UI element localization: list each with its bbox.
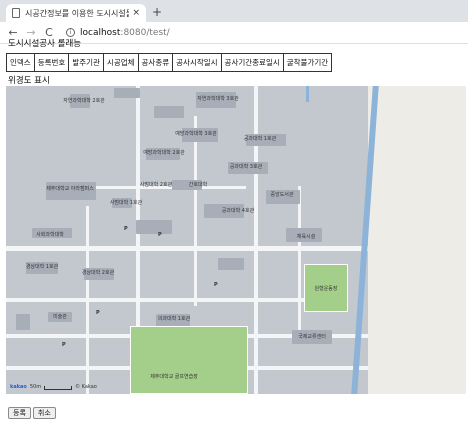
building-label: 체육시설 bbox=[296, 234, 316, 240]
cancel-button[interactable]: 취소 bbox=[32, 407, 56, 419]
building-label: 자연과학대학 3호관 bbox=[197, 96, 239, 102]
road bbox=[194, 116, 197, 306]
road bbox=[6, 246, 368, 251]
road bbox=[298, 186, 301, 336]
col-contractor: 시공업체 bbox=[102, 53, 139, 72]
building bbox=[218, 258, 244, 270]
register-button[interactable]: 등록 bbox=[8, 407, 31, 419]
parking-icon: P bbox=[158, 232, 162, 238]
construction-table: 인덱스 등록번호 발주기관 시공업체 공사종류 공사시작일시 공사기간종료일시 … bbox=[6, 53, 333, 72]
building-label: 사회과학대학 bbox=[36, 232, 64, 238]
parking-icon: P bbox=[96, 310, 100, 316]
building-label: 간호대학 bbox=[188, 182, 208, 188]
building bbox=[136, 220, 172, 234]
table-header-row: 인덱스 등록번호 발주기관 시공업체 공사종류 공사시작일시 공사기간종료일시 … bbox=[6, 53, 333, 72]
building-label: 공과대학 1호관 bbox=[243, 136, 277, 142]
url-path: :8080/test/ bbox=[120, 27, 170, 38]
col-end-date: 공사기간종료일시 bbox=[220, 53, 284, 72]
parking-icon: P bbox=[124, 226, 128, 232]
building-label: 원형운동장 bbox=[314, 286, 338, 292]
building-label: 사범대학 1호관 bbox=[109, 200, 143, 206]
building bbox=[16, 314, 30, 330]
building-label: 공과대학 3호관 bbox=[229, 164, 263, 170]
building-label: 국제교류센터 bbox=[298, 334, 326, 340]
col-work-type: 공사종류 bbox=[137, 53, 174, 72]
building-label: 사범대학 2호관 bbox=[139, 182, 173, 188]
col-no-dig-period: 굴착불가기간 bbox=[282, 53, 333, 72]
map-caption: 위경도 표시 bbox=[8, 76, 50, 86]
tab-title: 시공간정보를 이용한 도시시설물 bbox=[25, 8, 130, 18]
map-scale: kakao 50m © Kakao bbox=[10, 384, 97, 390]
browser-tab-bar: 시공간정보를 이용한 도시시설물 × + bbox=[0, 0, 468, 22]
building bbox=[154, 106, 184, 118]
building-label: 미술관 bbox=[53, 314, 67, 320]
info-icon[interactable]: i bbox=[66, 28, 75, 37]
building-label: 자연과학대학 2호관 bbox=[63, 98, 105, 104]
col-ordering-agency: 발주기관 bbox=[68, 53, 104, 72]
form-buttons: 등록 취소 bbox=[8, 407, 56, 419]
browser-tab[interactable]: 시공간정보를 이용한 도시시설물 × bbox=[6, 4, 146, 22]
kakao-logo: kakao bbox=[10, 384, 27, 390]
new-tab-button[interactable]: + bbox=[152, 5, 162, 19]
map-view[interactable]: 자연과학대학 3호관 예방과학대학 3호관 공과대학 1호관 예방과학대학 2호… bbox=[6, 86, 466, 394]
map-attribution: © Kakao bbox=[75, 384, 97, 390]
building-label: 경상대학 2호관 bbox=[81, 270, 115, 276]
building bbox=[114, 88, 140, 98]
scale-label: 50m bbox=[29, 384, 42, 390]
page-title: 도시시설공사 롤래능 bbox=[8, 39, 82, 49]
road bbox=[6, 298, 306, 302]
col-index: 인덱스 bbox=[6, 53, 35, 72]
close-icon[interactable]: × bbox=[132, 8, 140, 18]
scale-bar-icon bbox=[44, 386, 73, 390]
building-label: 공과대학 4호관 bbox=[221, 208, 255, 214]
building-label: 경상대학 1호관 bbox=[25, 264, 59, 270]
parking-icon: P bbox=[62, 342, 66, 348]
golf-field bbox=[130, 326, 248, 394]
building-label: 중앙도서관 bbox=[270, 192, 294, 198]
parking-icon: P bbox=[214, 282, 218, 288]
building-label: 예방과학대학 2호관 bbox=[143, 150, 185, 156]
building-label: 제주대학교 골프연습장 bbox=[150, 374, 198, 380]
url-host: localhost bbox=[80, 27, 121, 38]
building-label: 의과대학 1호관 bbox=[157, 316, 191, 322]
url-field[interactable]: localhost:8080/test/ bbox=[80, 28, 170, 38]
col-reg-number: 등록번호 bbox=[33, 53, 70, 72]
building-label: 제주대학교 아라캠퍼스 bbox=[46, 186, 94, 192]
river bbox=[306, 86, 309, 102]
document-icon bbox=[12, 8, 20, 18]
road bbox=[136, 86, 140, 336]
road bbox=[254, 86, 258, 394]
building-label: 예방과학대학 3호관 bbox=[175, 131, 217, 137]
col-start-date: 공사시작일시 bbox=[172, 53, 222, 72]
